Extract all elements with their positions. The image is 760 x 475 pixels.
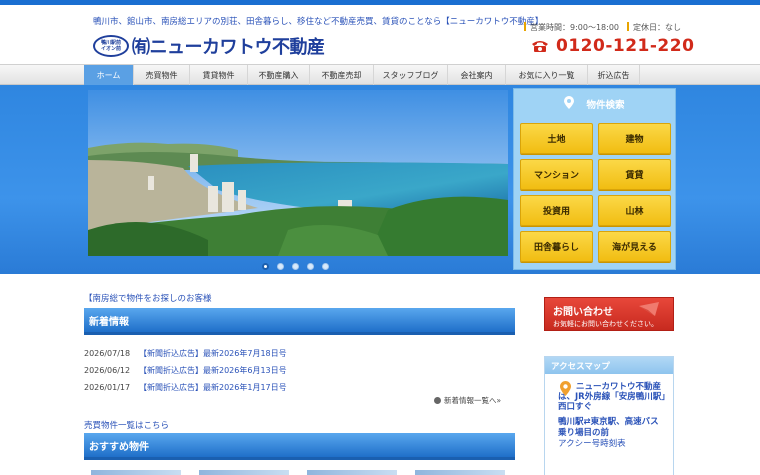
phone-icon [530, 39, 550, 53]
property-search-title: 物件検索 [586, 100, 625, 111]
news-title-link[interactable]: 【新聞折込広告】最新2026年1月17日号 [139, 382, 287, 393]
property-search-grid: 土地 建物 マンション 賃貸 投資用 山林 田舎暮らし 海が見える [520, 123, 671, 262]
news-date: 2026/06/12 [84, 366, 131, 375]
property-thumbnail[interactable] [307, 470, 397, 475]
holiday-info: 定休日：なし [627, 22, 681, 33]
search-category-button[interactable]: 海が見える [598, 231, 671, 262]
nav-item[interactable]: 不動産購入 [248, 65, 310, 85]
search-category-button[interactable]: マンション [520, 159, 593, 190]
search-category-button[interactable]: 建物 [598, 123, 671, 154]
recommended-thumbnails [91, 470, 505, 475]
phone-number: 0120-121-220 [556, 36, 695, 56]
access-address: は、JR外房線「安房鴨川駅」西口すぐ [558, 392, 666, 412]
location-pin-icon [564, 96, 575, 112]
news-title-link[interactable]: 【新聞折込広告】最新2026年7月18日号 [139, 348, 287, 359]
news-row: 2026/06/12 【新聞折込広告】最新2026年6月13日号 [84, 362, 515, 379]
recommended-heading: おすすめ物件 [84, 433, 515, 460]
sidebar: お問い合わせ お気軽にお問い合わせください。 アクセスマップ ニューカワトウ不動… [544, 297, 674, 475]
slider-dot[interactable] [277, 263, 284, 270]
search-category-button[interactable]: 賃貸 [598, 159, 671, 190]
news-title-link[interactable]: 【新聞折込広告】最新2026年6月13日号 [139, 365, 287, 376]
sale-list-link[interactable]: 売買物件一覧はこちら [84, 419, 169, 431]
nav-item[interactable]: 折込広告 [588, 65, 640, 85]
hero-slide-image[interactable] [88, 90, 508, 256]
site-logo[interactable]: 鴨川駅前 イオン前 ㈲ニューカワトウ不動産 [93, 32, 325, 60]
search-category-button[interactable]: 山林 [598, 195, 671, 226]
site-header: 鴨川市、館山市、南房総エリアの別荘、田舎暮らし、移住など不動産売買、賃貸のことな… [0, 5, 760, 64]
business-hours: 営業時間：9:00～18:00 [524, 22, 619, 33]
arrow-circle-icon [434, 397, 441, 404]
logo-badge: 鴨川駅前 イオン前 [93, 35, 129, 57]
slider-dot[interactable] [307, 263, 314, 270]
slider-dots [262, 263, 329, 270]
access-company-name: ニューカワトウ不動産 [576, 382, 662, 392]
access-map-heading: アクセスマップ [545, 357, 673, 374]
intro-link[interactable]: 【南房総で物件をお探しのお客様 [84, 292, 515, 306]
news-more-text: 新着情報一覧へ» [444, 396, 502, 405]
news-row: 2026/07/18 【新聞折込広告】最新2026年7月18日号 [84, 345, 515, 362]
global-nav: ホーム 売買物件 賃貸物件 不動産購入 不動産売却 スタッフブログ 会社案内 お気に入り一覧折… [0, 64, 760, 85]
holiday-text: 定休日：なし [633, 23, 682, 32]
business-info: 営業時間：9:00～18:00 定休日：なし [524, 22, 681, 33]
search-category-button[interactable]: 土地 [520, 123, 593, 154]
nav-item[interactable]: スタッフブログ [374, 65, 448, 85]
search-category-button[interactable]: 投資用 [520, 195, 593, 226]
search-category-button[interactable]: 田舎暮らし [520, 231, 593, 262]
access-map-box: アクセスマップ ニューカワトウ不動産 は、JR外房線「安房鴨川駅」西口すぐ 鴨川… [544, 356, 674, 475]
property-search-panel: 物件検索 土地 建物 マンション 賃貸 投資用 山林 田舎暮らし 海が見える [513, 88, 676, 270]
logo-badge-text: 鴨川駅前 イオン前 [100, 40, 121, 52]
business-hours-text: 営業時間：9:00～18:00 [530, 23, 620, 32]
news-heading: 新着情報 [84, 308, 515, 335]
slider-dot[interactable] [262, 263, 269, 270]
bus-timetable-link[interactable]: アクシー号時刻表 [558, 439, 667, 450]
slider-dot[interactable] [322, 263, 329, 270]
nav-item[interactable]: お気に入り一覧 [506, 65, 588, 85]
mail-icon [639, 301, 659, 320]
property-thumbnail[interactable] [415, 470, 505, 475]
nav-item[interactable]: 会社案内 [448, 65, 506, 85]
access-map-body: ニューカワトウ不動産 は、JR外房線「安房鴨川駅」西口すぐ 鴨川駅⇄東京駅、高速… [545, 374, 673, 450]
nav-item[interactable]: 賃貸物件 [190, 65, 248, 85]
coastal-landscape-image [88, 90, 508, 256]
news-row: 2026/01/17 【新聞折込広告】最新2026年1月17日号 [84, 379, 515, 396]
main-content: 【南房総で物件をお探しのお客様 新着情報 2026/07/18 【新聞折込広告】最… [84, 292, 515, 475]
contact-subtitle: お気軽にお問い合わせください。 [553, 320, 658, 328]
global-nav-items: ホーム 売買物件 賃貸物件 不動産購入 不動産売却 スタッフブログ 会社案内 お気に入り一覧折… [84, 65, 640, 86]
map-pin-icon [560, 381, 571, 400]
property-thumbnail[interactable] [199, 470, 289, 475]
property-thumbnail[interactable] [91, 470, 181, 475]
phone-contact[interactable]: 0120-121-220 [530, 36, 694, 56]
nav-item[interactable]: 売買物件 [134, 65, 190, 85]
header-tagline: 鴨川市、館山市、南房総エリアの別荘、田舎暮らし、移住など不動産売買、賃貸のことな… [93, 17, 544, 27]
access-route: 鴨川駅⇄東京駅、高速バス乗り場目の前 [558, 417, 659, 438]
contact-banner[interactable]: お問い合わせ お気軽にお問い合わせください。 [544, 297, 674, 331]
nav-item[interactable]: 不動産売却 [310, 65, 374, 85]
property-search-header: 物件検索 [514, 89, 675, 119]
logo-text: ㈲ニューカワトウ不動産 [132, 37, 325, 58]
news-date: 2026/01/17 [84, 383, 131, 392]
news-list: 2026/07/18 【新聞折込広告】最新2026年7月18日号 2026/06/1… [84, 345, 515, 396]
nav-item[interactable]: ホーム [84, 65, 134, 85]
slider-dot[interactable] [292, 263, 299, 270]
news-more-link[interactable]: 新着情報一覧へ» [434, 395, 501, 406]
news-date: 2026/07/18 [84, 349, 131, 358]
